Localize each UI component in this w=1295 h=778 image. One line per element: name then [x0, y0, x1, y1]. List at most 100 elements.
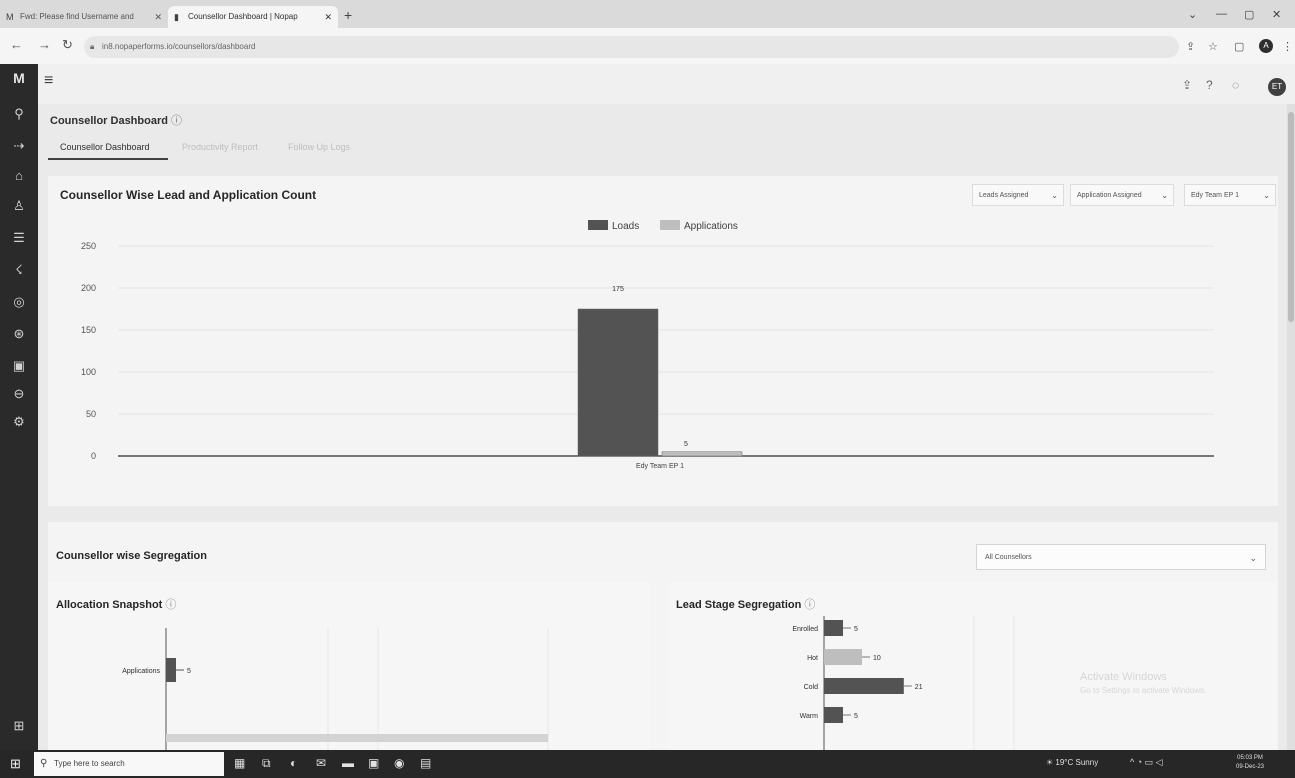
forward-icon[interactable]: →	[38, 37, 51, 52]
app-icon[interactable]: ▤	[420, 756, 431, 770]
lead-stage-bar-chart: Enrolled 5 Hot 10 Cold 21 Warm 5	[792, 616, 1015, 750]
data-label: 5	[854, 713, 858, 720]
browser-tab-dashboard[interactable]: ▮ Counsellor Dashboard | Nopap ✕	[168, 6, 338, 28]
edge-icon[interactable]: ◐	[290, 756, 297, 770]
y-tick-label: 0	[91, 451, 96, 461]
chrome-icon[interactable]: ◉	[394, 756, 404, 770]
info-icon: ⓘ	[170, 115, 182, 127]
lock-nav-icon[interactable]: ⊖	[0, 386, 38, 402]
dropdown-label: Edy Team EP 1	[1191, 192, 1239, 199]
browser-tab-gmail[interactable]: M Fwd: Please find Username and ✕	[0, 6, 168, 28]
legend-label: Applications	[684, 221, 738, 232]
maximize-icon[interactable]: ▢	[1244, 8, 1254, 21]
select-value: All Counsellors	[985, 554, 1032, 561]
download-icon[interactable]: ⊛	[0, 326, 38, 342]
store-icon[interactable]: ▣	[368, 756, 379, 770]
segregation-card: Counsellor wise Segregation All Counsell…	[48, 522, 1278, 750]
widgets-icon[interactable]: ▦	[234, 756, 245, 770]
url-input[interactable]: 🔒︎ in8.nopaperforms.io/counsellors/dashb…	[84, 36, 1179, 58]
leads-assigned-dropdown[interactable]: Leads Assigned ⌄	[972, 184, 1064, 206]
list-icon[interactable]: ☰	[0, 230, 38, 246]
chart-bar	[166, 658, 176, 682]
page-title: Counsellor Dashboard ⓘ	[50, 112, 182, 128]
arrow-icon[interactable]: ⇢	[0, 138, 38, 154]
share-icon[interactable]: ⇪	[1182, 78, 1192, 92]
user-icon[interactable]: ♙	[0, 198, 38, 214]
chevron-down-icon: ⌄	[1161, 191, 1168, 200]
tab-counsellor-dashboard[interactable]: Counsellor Dashboard	[60, 142, 150, 152]
page-title-text: Counsellor Dashboard	[50, 115, 168, 127]
new-tab-icon[interactable]: +	[344, 7, 352, 23]
settings-icon[interactable]: ⚙	[0, 414, 38, 430]
search-icon[interactable]: ⚲	[0, 106, 38, 122]
close-icon[interactable]: ✕	[324, 6, 332, 28]
grid-icon[interactable]: ⊞	[0, 718, 38, 734]
notification-icon[interactable]: ◌	[1232, 78, 1239, 92]
menu-icon[interactable]: ≡	[44, 72, 53, 90]
data-label: 5	[187, 668, 191, 675]
y-tick-label: 50	[86, 409, 96, 419]
mail-icon[interactable]: ✉	[316, 756, 326, 770]
application-assigned-dropdown[interactable]: Application Assigned ⌄	[1070, 184, 1174, 206]
share-icon[interactable]: ⇪	[1186, 40, 1195, 53]
taskbar-search[interactable]: ⚲ Type here to search	[34, 752, 224, 776]
chart-bar	[577, 308, 659, 457]
explorer-icon[interactable]: ▬	[342, 756, 354, 770]
more-icon[interactable]: ⋮	[1282, 40, 1293, 53]
system-tray[interactable]: ^ ◔ ▭ ◁	[1130, 757, 1163, 768]
profile-icon[interactable]: A	[1259, 39, 1273, 53]
chart-title: Counsellor Wise Lead and Application Cou…	[60, 188, 317, 202]
data-label: 5	[854, 626, 858, 633]
chevron-down-icon[interactable]: ⌄	[1188, 8, 1197, 21]
avatar[interactable]: ET	[1268, 78, 1286, 96]
browser-tab-bar: M Fwd: Please find Username and ✕ ▮ Coun…	[0, 0, 1295, 28]
megaphone-icon[interactable]: ☇	[0, 262, 38, 278]
lead-stage-card: Lead Stage Segregation ⓘ Enrolled 5 Hot 10 Co…	[668, 582, 1278, 750]
chart-bar	[661, 451, 743, 457]
clock-time: 05:03 PM	[1237, 755, 1263, 761]
scrollbar-thumb[interactable]	[1288, 112, 1294, 322]
y-tick-label: Enrolled	[792, 626, 818, 633]
tab-follow-up-logs[interactable]: Follow Up Logs	[288, 142, 350, 152]
legend-swatch	[660, 220, 680, 230]
counsellor-select[interactable]: All Counsellors ⌄	[976, 544, 1266, 570]
main-content: Counsellor Dashboard ⓘ Counsellor Dashboa…	[38, 104, 1295, 750]
data-label: 5	[684, 441, 688, 448]
lead-application-chart-card: Counsellor Wise Lead and Application Cou…	[48, 176, 1278, 506]
y-tick-label: 250	[81, 241, 96, 251]
reload-icon[interactable]: ↻	[62, 37, 73, 53]
weather[interactable]: ☀ 19°C Sunny	[1046, 758, 1098, 767]
scroll-track	[166, 734, 548, 742]
y-tick-label: 150	[81, 325, 96, 335]
team-dropdown[interactable]: Edy Team EP 1 ⌄	[1184, 184, 1276, 206]
dropdown-label: Leads Assigned	[979, 192, 1029, 199]
clock[interactable]: 05:03 PM 09-Dec-23	[1236, 754, 1264, 772]
y-tick-label: 100	[81, 367, 96, 377]
chart-bar	[824, 620, 843, 636]
activate-windows-watermark: Activate Windows Go to Settings to activ…	[1080, 670, 1206, 698]
windows-start-icon[interactable]: ⊞	[10, 756, 21, 772]
data-label: 21	[915, 684, 923, 691]
chart-bar	[824, 649, 862, 665]
help-icon[interactable]: ◎	[0, 294, 38, 310]
allocation-snapshot-card: Allocation Snapshot ⓘ Applications 5	[48, 582, 650, 750]
close-icon[interactable]: ✕	[154, 6, 162, 28]
window-close-icon[interactable]: ✕	[1272, 8, 1281, 21]
institution-icon[interactable]: ⌂	[0, 168, 38, 183]
tab-search-icon[interactable]: ▢	[1234, 40, 1244, 53]
chevron-down-icon: ⌄	[1249, 553, 1257, 563]
star-icon[interactable]: ☆	[1208, 40, 1218, 53]
lock-icon: 🔒︎	[90, 42, 95, 51]
gmail-icon: M	[6, 12, 14, 22]
active-tab-indicator	[48, 158, 168, 160]
calendar-icon[interactable]: ▣	[0, 358, 38, 374]
app-logo[interactable]: M	[7, 70, 31, 90]
back-icon[interactable]: ←	[10, 37, 23, 52]
left-nav-rail: M ⚲ ⇢ ⌂ ♙ ☰ ☇ ◎ ⊛ ▣ ⊖ ⚙ ⊞	[0, 64, 38, 750]
help-icon[interactable]: ?	[1206, 78, 1213, 92]
task-view-icon[interactable]: ⧉	[262, 756, 271, 771]
minimize-icon[interactable]: —	[1216, 8, 1227, 20]
tab-productivity-report[interactable]: Productivity Report	[182, 142, 258, 152]
allocation-bar-chart: Applications 5	[122, 628, 549, 750]
dropdown-label: Application Assigned	[1077, 192, 1142, 199]
